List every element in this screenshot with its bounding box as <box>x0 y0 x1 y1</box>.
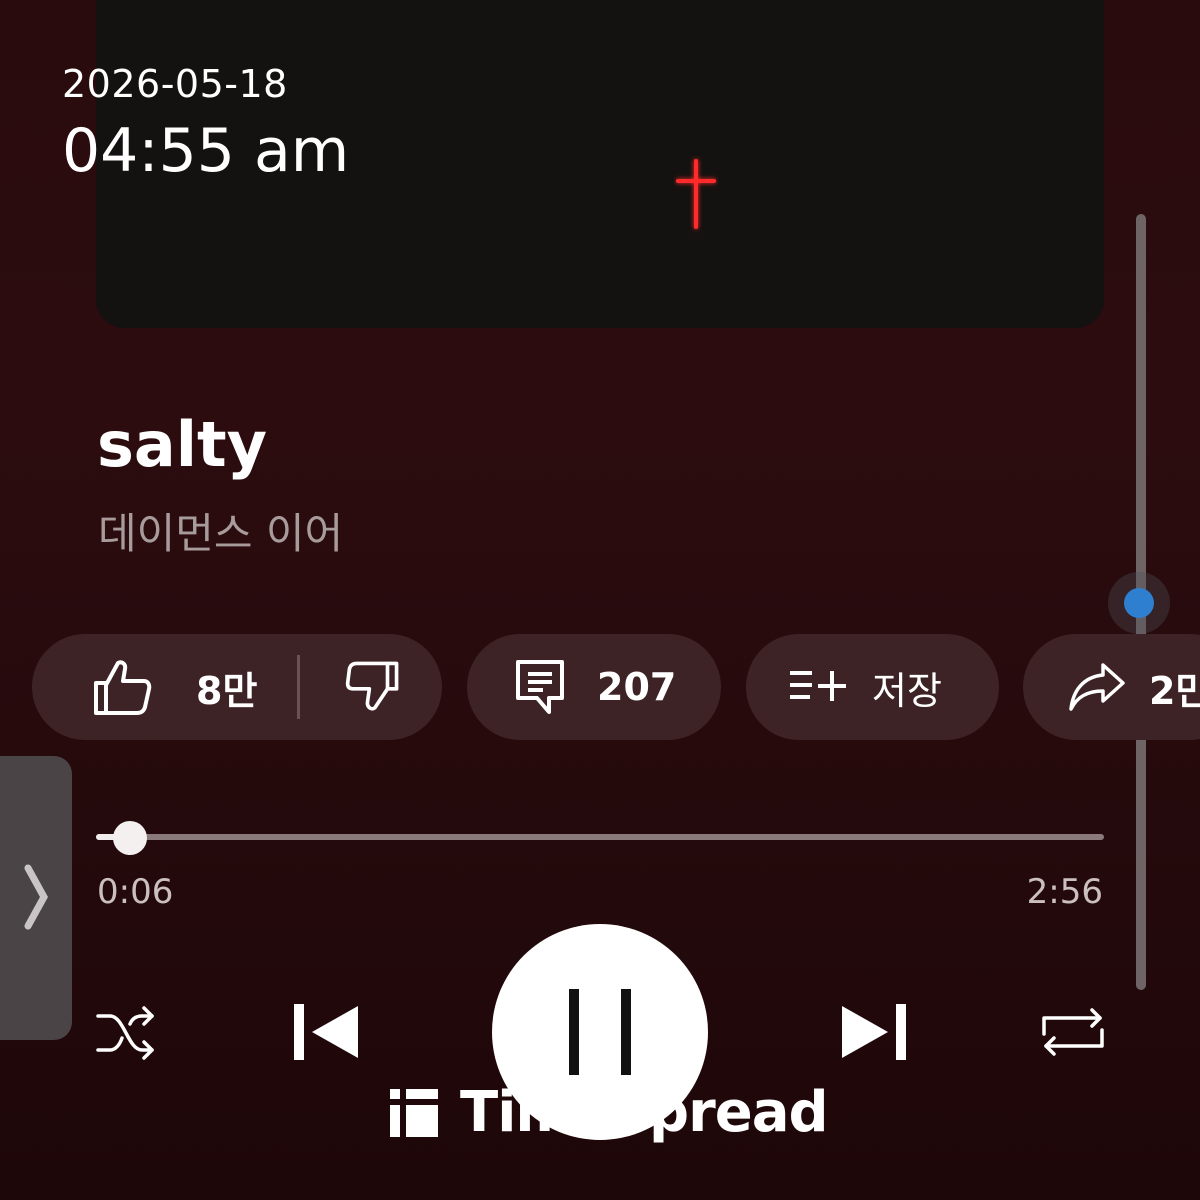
comment-button[interactable]: 207 <box>467 634 721 740</box>
shuffle-icon[interactable] <box>94 1004 158 1062</box>
thumbs-up-icon <box>94 660 152 715</box>
time-text: 04:55 am <box>62 116 350 186</box>
playlist-add-icon <box>790 671 846 701</box>
date-text: 2026-05-18 <box>62 62 288 106</box>
like-count: 8만 <box>196 668 258 713</box>
share-button[interactable]: 2만 <box>1023 634 1200 740</box>
save-button[interactable]: 저장 <box>746 634 999 740</box>
repeat-icon[interactable] <box>1040 1004 1106 1060</box>
thumbs-down-icon <box>346 661 399 711</box>
share-arrow-icon <box>1069 663 1125 711</box>
like-dislike-chip: 8만 <box>32 634 442 740</box>
skip-previous-icon[interactable] <box>294 1004 360 1060</box>
scrollbar-thumb[interactable] <box>1108 572 1170 634</box>
timespread-logo-icon <box>390 1088 438 1137</box>
dislike-button[interactable] <box>300 634 402 740</box>
seek-bar[interactable] <box>96 834 1104 840</box>
share-count: 2만 <box>1149 668 1200 713</box>
save-label: 저장 <box>872 668 942 713</box>
current-time: 0:06 <box>97 872 174 912</box>
pause-icon <box>569 989 631 1075</box>
skip-next-icon[interactable] <box>840 1004 906 1060</box>
artist-name[interactable]: 데이먼스 이어 <box>98 500 343 561</box>
chevron-right-icon <box>24 864 48 930</box>
total-time: 2:56 <box>1026 872 1103 912</box>
seek-bar-knob[interactable] <box>113 821 148 855</box>
datetime-overlay: 2026-05-18 04:55 am <box>62 62 349 186</box>
red-cross-image <box>676 159 716 229</box>
watermark-text: TimeSpread <box>460 1080 829 1145</box>
like-button[interactable]: 8만 <box>32 634 257 740</box>
watermark-logo: TimeSpread <box>390 1080 829 1145</box>
edge-panel-handle[interactable] <box>0 756 72 1040</box>
comment-icon <box>516 660 564 714</box>
comment-count: 207 <box>597 665 677 709</box>
song-title: salty <box>97 408 268 481</box>
